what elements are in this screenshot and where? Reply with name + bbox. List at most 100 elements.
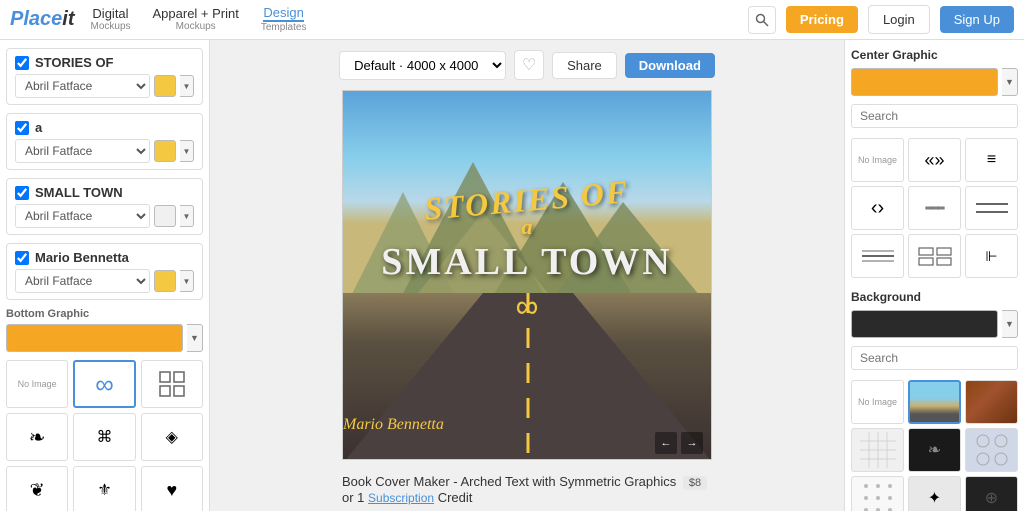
cover-title-small-town: SMALL TOWN [381, 240, 673, 284]
background-label: Background [851, 290, 1018, 304]
top-navigation: Placeit Digital Mockups Apparel + Print … [0, 0, 1024, 40]
cover-author: Mario Bennetta [343, 416, 444, 434]
background-color-arrow[interactable]: ▼ [1002, 310, 1018, 338]
bottom-graphic-heart[interactable]: ♥ [141, 466, 203, 511]
bottom-graphic-diamond1[interactable]: ◈ [141, 413, 203, 461]
center-graphic-lines2[interactable]: ═══ [908, 186, 961, 230]
center-graphic-color-bar[interactable] [851, 68, 998, 96]
text-layer-2: Abril Fatface ▼ [6, 113, 203, 170]
layer4-color-dropdown[interactable]: ▼ [180, 270, 194, 292]
bottom-graphic-swirl1[interactable]: ⌘ [73, 413, 135, 461]
subscription-link[interactable]: Subscription [368, 491, 434, 505]
center-panel: Default · 4000 x 4000 ♡ Share Download [210, 40, 844, 511]
bottom-graphic-no-image[interactable]: No Image [6, 360, 68, 408]
bg-ornate[interactable]: ❧ [908, 428, 961, 472]
download-button[interactable]: Download [625, 53, 715, 78]
layer4-font-select[interactable]: Abril Fatface [15, 269, 150, 293]
or-text: or 1 [342, 490, 364, 505]
toolbar: Default · 4000 x 4000 ♡ Share Download [339, 50, 715, 80]
center-graphic-lines4[interactable] [851, 234, 904, 278]
layer2-checkbox[interactable] [15, 121, 29, 135]
description-area: Book Cover Maker - Arched Text with Symm… [342, 468, 712, 511]
center-graphic-grid: No Image «» ≡ ‹› ═══ ⊩ [851, 138, 1018, 278]
center-graphic-lines3[interactable] [965, 186, 1018, 230]
layer2-color-swatch[interactable] [154, 140, 176, 162]
layer1-color-dropdown[interactable]: ▼ [180, 75, 194, 97]
login-button[interactable]: Login [868, 5, 930, 34]
text-layer-1: Abril Fatface ▼ [6, 48, 203, 105]
bg-dark-pattern[interactable]: ⊕ [965, 476, 1018, 511]
background-color-row: ▼ [851, 310, 1018, 338]
signup-button[interactable]: Sign Up [940, 6, 1014, 33]
layer3-text-input[interactable] [35, 185, 194, 200]
bottom-graphic-color-row: ▼ [6, 324, 203, 352]
logo[interactable]: Placeit [10, 8, 74, 31]
layer3-color-dropdown[interactable]: ▼ [180, 205, 194, 227]
bottom-graphic-grid-item[interactable] [141, 360, 203, 408]
layer4-text-input[interactable] [35, 250, 194, 265]
cover-graphic-infinity: ∞ [381, 288, 673, 325]
background-search[interactable] [851, 346, 1018, 370]
cover-prev-button[interactable]: ← [655, 432, 677, 454]
center-graphic-color-row: ▼ [851, 68, 1018, 96]
layer4-checkbox[interactable] [15, 251, 29, 265]
bottom-graphic-floral2[interactable]: ❦ [6, 466, 68, 511]
center-graphic-bars[interactable] [908, 234, 961, 278]
center-graphic-arrows[interactable]: «» [908, 138, 961, 182]
cover-overlay: STORIES OF a SMALL TOWN ∞ [343, 91, 711, 459]
credit-text: Credit [438, 490, 473, 505]
center-graphic-arrow[interactable]: ‹› [851, 186, 904, 230]
text-layer-4: Abril Fatface ▼ [6, 243, 203, 300]
layer1-text-input[interactable] [35, 55, 194, 70]
layer1-checkbox[interactable] [15, 56, 29, 70]
center-graphic-label: Center Graphic [851, 48, 1018, 62]
layer4-color-swatch[interactable] [154, 270, 176, 292]
bg-road-item[interactable] [908, 380, 961, 424]
bg-pattern2[interactable]: ✦ [908, 476, 961, 511]
size-select[interactable]: Default · 4000 x 4000 [339, 51, 506, 80]
bottom-graphic-floral1[interactable]: ❧ [6, 413, 68, 461]
nav-apparel[interactable]: Apparel + Print Mockups [147, 7, 245, 32]
logo-place: Place [10, 8, 62, 31]
center-graphic-search[interactable] [851, 104, 1018, 128]
bottom-graphic-color-arrow[interactable]: ▼ [187, 324, 203, 352]
layer2-color-dropdown[interactable]: ▼ [180, 140, 194, 162]
bg-no-image[interactable]: No Image [851, 380, 904, 424]
right-panel: Center Graphic ▼ No Image «» ≡ ‹› ═══ ⊩ … [844, 40, 1024, 511]
bg-wood-item[interactable] [965, 380, 1018, 424]
layer3-checkbox[interactable] [15, 186, 29, 200]
text-layer-3: Abril Fatface ▼ [6, 178, 203, 235]
layer3-font-select[interactable]: Abril Fatface [15, 204, 150, 228]
price-badge: $8 [683, 476, 707, 490]
layer1-font-select[interactable]: Abril Fatface [15, 74, 150, 98]
left-panel: Abril Fatface ▼ Abril Fatface ▼ [0, 40, 210, 511]
cover-navigation: ← → [655, 432, 703, 454]
layer2-text-input[interactable] [35, 120, 194, 135]
book-cover-wrapper: STORIES OF a SMALL TOWN ∞ Mario Bennetta… [342, 90, 712, 460]
favorite-button[interactable]: ♡ [514, 50, 544, 80]
pricing-button[interactable]: Pricing [786, 6, 858, 33]
bg-dots[interactable] [851, 476, 904, 511]
layer2-font-select[interactable]: Abril Fatface [15, 139, 150, 163]
bg-pattern-white[interactable] [851, 428, 904, 472]
bottom-graphic-infinity[interactable]: ∞ [73, 360, 135, 408]
bottom-graphic-swirl2[interactable]: ⚜ [73, 466, 135, 511]
layer1-color-swatch[interactable] [154, 75, 176, 97]
center-graphic-lines1[interactable]: ≡ [965, 138, 1018, 182]
background-grid: No Image ❧ ✦ ⊕ [851, 380, 1018, 511]
bottom-graphic-color-bar[interactable] [6, 324, 183, 352]
bottom-graphic-grid: No Image ∞ ❧ ⌘ ◈ ❦ ⚜ ♥ [6, 360, 203, 511]
bottom-graphic-label: Bottom Graphic [6, 308, 203, 320]
search-icon[interactable] [748, 6, 776, 34]
share-button[interactable]: Share [552, 52, 617, 79]
background-color-bar[interactable] [851, 310, 998, 338]
nav-digital[interactable]: Digital Mockups [84, 7, 136, 32]
description-title: Book Cover Maker - Arched Text with Symm… [342, 474, 676, 489]
center-graphic-ruler[interactable]: ⊩ [965, 234, 1018, 278]
center-graphic-color-arrow[interactable]: ▼ [1002, 68, 1018, 96]
nav-design[interactable]: Design Templates [255, 6, 313, 33]
center-graphic-no-image[interactable]: No Image [851, 138, 904, 182]
bg-circles[interactable] [965, 428, 1018, 472]
layer3-color-swatch[interactable] [154, 205, 176, 227]
cover-next-button[interactable]: → [681, 432, 703, 454]
